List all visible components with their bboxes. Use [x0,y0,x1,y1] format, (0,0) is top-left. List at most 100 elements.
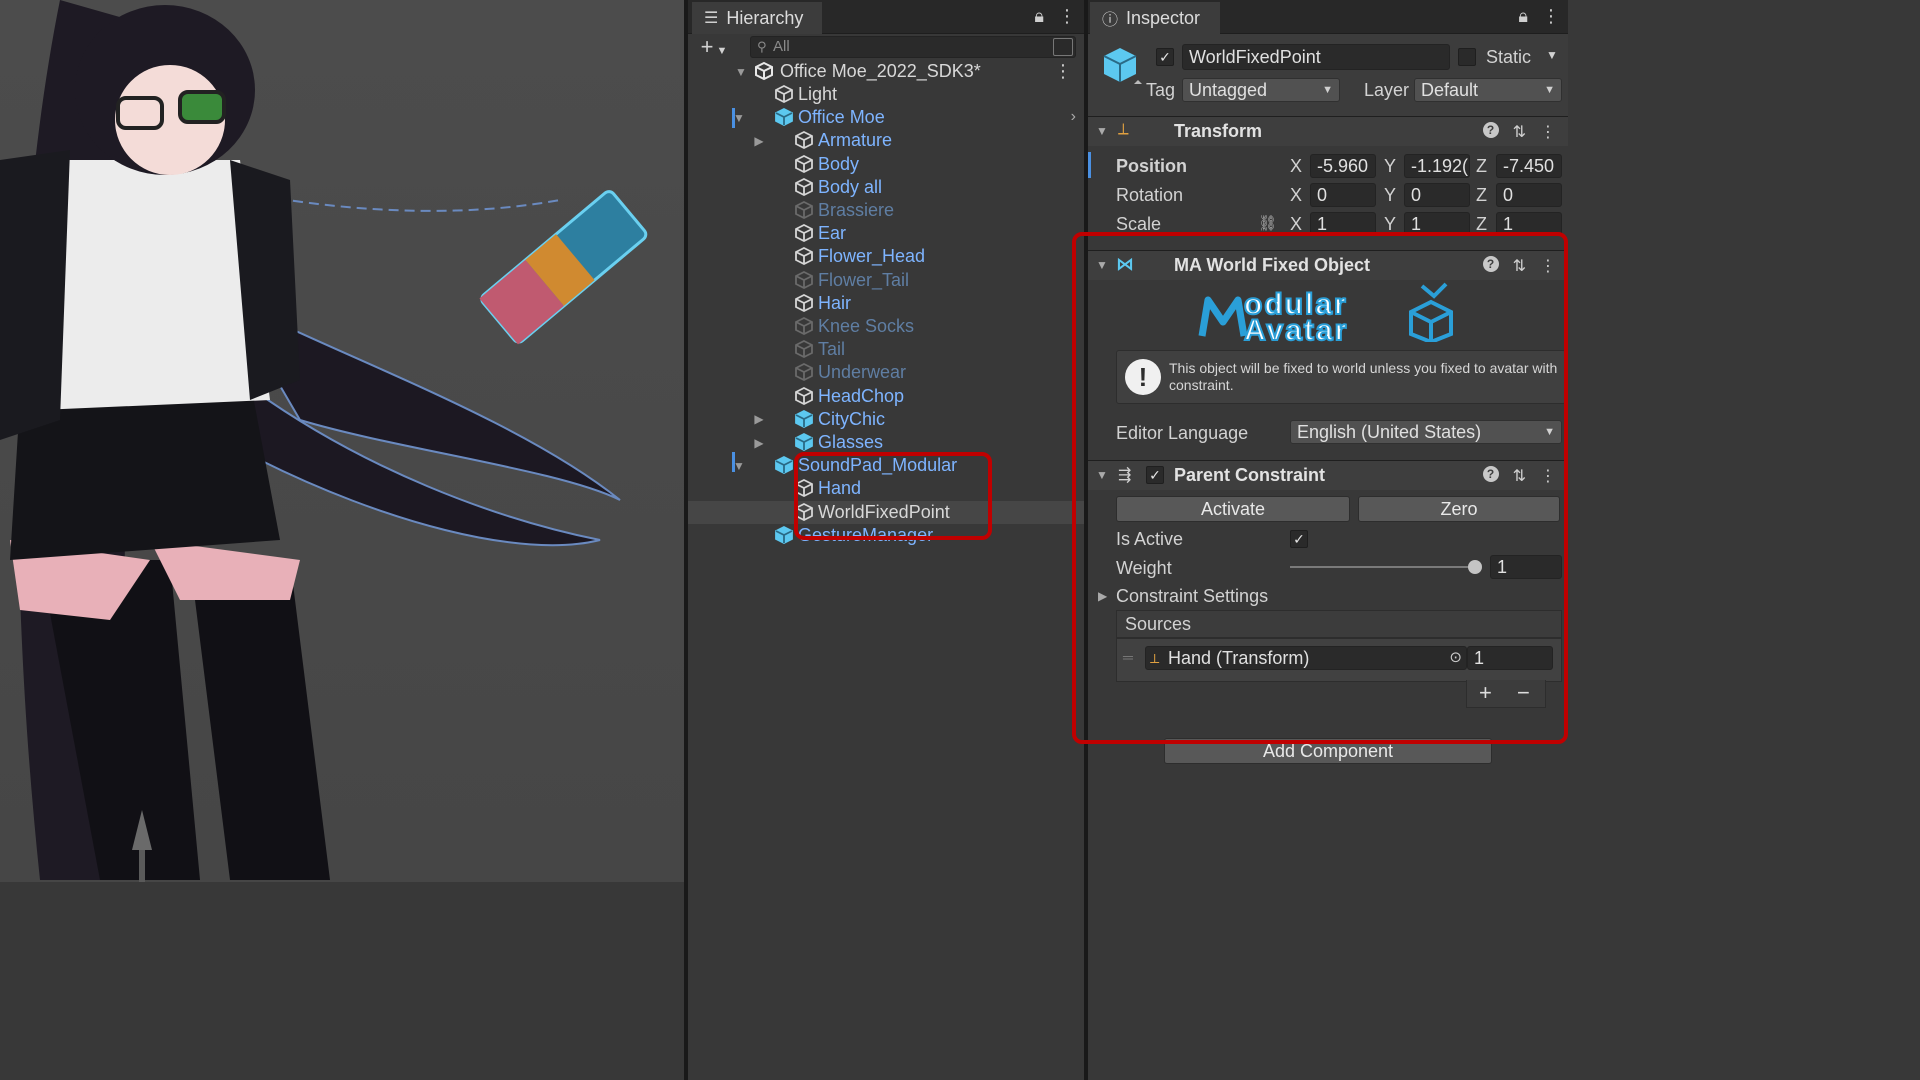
gameobject-cube-icon[interactable] [1098,44,1142,88]
expand-arrow-icon[interactable]: ▼ [1096,258,1108,272]
lock-icon[interactable]: 🔒︎ [1034,6,1044,27]
transform-header[interactable]: ▼ ⟂ Transform ? ⇅ ⋮ [1088,116,1568,146]
tag-dropdown[interactable]: Untagged ▼ [1182,78,1340,102]
scale-field[interactable]: 1 [1404,212,1470,236]
scale-field[interactable]: 1 [1496,212,1562,236]
help-icon[interactable]: ? [1482,256,1499,272]
active-checkbox[interactable]: ✓ [1156,48,1174,66]
expand-arrow-icon[interactable]: ▼ [1096,124,1108,138]
rotation-field[interactable]: 0 [1404,183,1470,207]
source-weight-field[interactable]: 1 [1467,646,1553,670]
position-field[interactable]: -5.960 [1310,154,1376,178]
object-name-field[interactable]: WorldFixedPoint [1182,44,1450,70]
hierarchy-item-label: WorldFixedPoint [818,501,950,522]
expand-arrow-icon[interactable]: ▶ [752,412,766,426]
create-button[interactable]: + ▼ [688,34,740,60]
hierarchy-item[interactable]: ▶ CityChic [688,408,1084,431]
position-field[interactable]: -7.450 [1496,154,1562,178]
expand-arrow-icon[interactable]: ▶ [1098,589,1107,603]
prefab-cube-icon [775,456,793,475]
kebab-menu-icon[interactable]: ⋮ [1540,466,1556,486]
hierarchy-item[interactable]: GestureManager [688,524,1084,547]
constraint-icon: ⇶ [1118,467,1132,484]
tab-hierarchy[interactable]: ☰ Hierarchy [692,2,822,34]
hierarchy-item[interactable]: ▼ SoundPad_Modular [688,454,1084,477]
source-name: Hand (Transform) [1168,648,1310,668]
hierarchy-item[interactable]: Flower_Tail [688,269,1084,292]
help-icon[interactable]: ? [1482,122,1499,138]
hierarchy-item[interactable]: Body all [688,176,1084,199]
hierarchy-item[interactable]: WorldFixedPoint [688,500,1084,524]
weight-slider-track[interactable] [1290,566,1476,568]
expand-arrow-icon[interactable]: ▼ [734,65,748,79]
rotation-field[interactable]: 0 [1310,183,1376,207]
weight-field[interactable]: 1 [1490,555,1562,579]
axis-label: X [1290,214,1303,234]
expand-arrow-icon[interactable]: ▶ [752,436,766,450]
modified-marker [732,452,735,472]
link-icon[interactable]: ⛓ [1258,214,1277,232]
kebab-menu-icon[interactable]: ⋮ [1540,122,1556,142]
help-icon[interactable]: ? [1482,466,1499,482]
hierarchy-item[interactable]: Ear [688,222,1084,245]
object-picker-icon[interactable]: ⊙ [1449,647,1462,669]
ma-world-fixed-header[interactable]: ▼ ⋈ MA World Fixed Object ? ⇅ ⋮ [1088,250,1568,280]
expand-arrow-icon[interactable]: ▼ [1096,468,1108,482]
hierarchy-item[interactable]: Hand [688,477,1084,500]
static-label: Static [1486,47,1532,67]
kebab-menu-icon[interactable]: ⋮ [1058,6,1076,27]
kebab-menu-icon[interactable]: ⋮ [1542,6,1560,27]
layer-dropdown[interactable]: Default ▼ [1414,78,1562,102]
hierarchy-item[interactable]: Flower_Head [688,245,1084,268]
constraint-settings-label[interactable]: Constraint Settings [1116,586,1268,607]
hierarchy-item[interactable]: HeadChop [688,385,1084,408]
preset-icon[interactable]: ⇅ [1513,122,1526,142]
weight-slider-handle[interactable] [1468,560,1482,574]
hierarchy-item[interactable]: ▶ Armature [688,129,1084,152]
gameobject-header: ✓ WorldFixedPoint Static ▼ Tag Untagged … [1088,34,1568,120]
scene-view[interactable] [0,0,684,882]
search-filter-icon[interactable] [1053,38,1073,56]
add-component-button[interactable]: Add Component [1164,738,1492,764]
activate-button[interactable]: Activate [1116,496,1350,522]
preset-icon[interactable]: ⇅ [1513,466,1526,486]
chevron-down-icon[interactable]: ▼ [1546,48,1558,62]
kebab-menu-icon[interactable]: ⋮ [1540,256,1556,276]
zero-button[interactable]: Zero [1358,496,1560,522]
hierarchy-item[interactable]: Tail [688,338,1084,361]
hierarchy-item[interactable]: ▼ Office Moe [688,106,1084,129]
lock-icon[interactable]: 🔒︎ [1518,6,1528,27]
axis-label: Y [1384,214,1397,234]
remove-source-button[interactable]: − [1517,680,1530,706]
scale-field[interactable]: 1 [1310,212,1376,236]
hierarchy-item[interactable]: Underwear [688,361,1084,384]
hierarchy-item[interactable]: Light [688,83,1084,106]
rotation-field[interactable]: 0 [1496,183,1562,207]
is-active-checkbox[interactable]: ✓ [1290,530,1308,548]
hierarchy-item[interactable]: Brassiere [688,199,1084,222]
hierarchy-item[interactable]: Hair [688,292,1084,315]
search-input[interactable]: ⚲ All [750,36,1076,58]
parent-constraint-header[interactable]: ▼ ⇶ ✓ Parent Constraint ? ⇅ ⋮ [1088,460,1568,490]
inspector-tabbar: ⓘ Inspector 🔒︎ ⋮ [1088,0,1568,34]
hierarchy-item[interactable]: Body [688,153,1084,176]
chevron-down-icon: ▼ [716,45,728,57]
expand-arrow-icon[interactable]: ▶ [752,134,766,148]
chevron-right-icon[interactable]: › [1071,108,1076,126]
hierarchy-item[interactable]: ▶ Glasses [688,431,1084,454]
scene-row[interactable]: ▼ Office Moe_2022_SDK3* ⋮ [688,60,1084,83]
drag-handle-icon[interactable]: ═ [1123,649,1133,665]
tab-inspector[interactable]: ⓘ Inspector [1090,2,1220,34]
add-source-button[interactable]: + [1479,680,1492,706]
source-object-field[interactable]: ⟂ Hand (Transform) ⊙ [1145,646,1467,670]
kebab-menu-icon[interactable]: ⋮ [1054,61,1072,82]
preset-icon[interactable]: ⇅ [1513,256,1526,276]
editor-language-value: English (United States) [1297,422,1482,442]
hierarchy-item[interactable]: Knee Socks [688,315,1084,338]
prefab-cube-icon [775,525,793,544]
constraint-enabled-checkbox[interactable]: ✓ [1146,466,1164,484]
editor-language-dropdown[interactable]: English (United States) ▼ [1290,420,1562,444]
static-checkbox[interactable] [1458,48,1476,66]
gameobject-cube-icon [795,177,813,196]
position-field[interactable]: -1.192( [1404,154,1470,178]
